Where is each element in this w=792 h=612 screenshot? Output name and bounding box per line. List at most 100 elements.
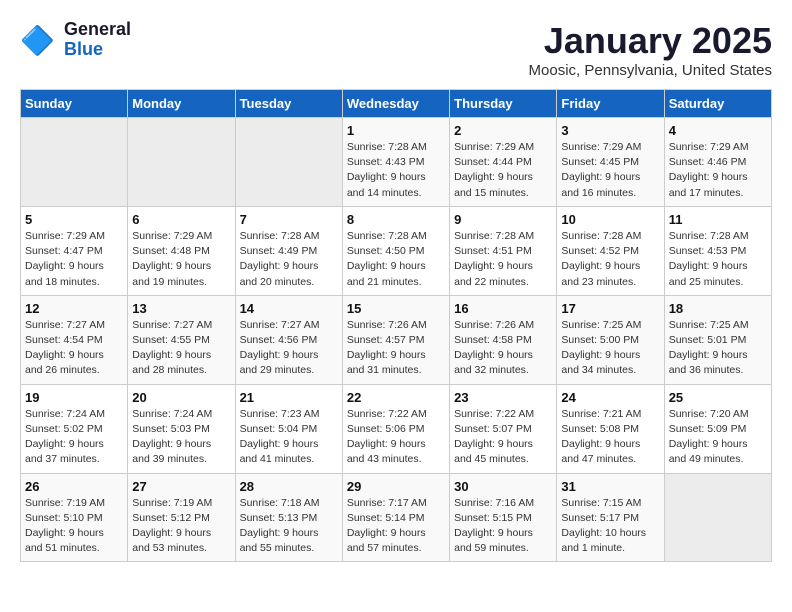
svg-text:🔷: 🔷 <box>20 24 55 57</box>
day-number: 22 <box>347 390 445 405</box>
day-number: 14 <box>240 301 338 316</box>
calendar-cell: 21 Sunrise: 7:23 AM Sunset: 5:04 PM Dayli… <box>235 384 342 473</box>
day-info: Sunrise: 7:28 AM Sunset: 4:52 PM Dayligh… <box>561 229 659 290</box>
day-number: 15 <box>347 301 445 316</box>
calendar-cell: 6Sunrise: 7:29 AM Sunset: 4:48 PM Daylig… <box>128 206 235 295</box>
calendar-table: SundayMondayTuesdayWednesdayThursdayFrid… <box>20 89 772 562</box>
month-title: January 2025 <box>529 20 772 62</box>
calendar-cell: 9 Sunrise: 7:28 AM Sunset: 4:51 PM Daylig… <box>450 206 557 295</box>
calendar-cell: 3Sunrise: 7:29 AM Sunset: 4:45 PM Daylig… <box>557 118 664 207</box>
calendar-cell: 19 Sunrise: 7:24 AM Sunset: 5:02 PM Dayli… <box>21 384 128 473</box>
day-number: 19 <box>25 390 123 405</box>
logo-text: General Blue <box>64 20 131 60</box>
calendar-cell: 10 Sunrise: 7:28 AM Sunset: 4:52 PM Dayli… <box>557 206 664 295</box>
day-info: Sunrise: 7:28 AM Sunset: 4:43 PM Dayligh… <box>347 140 445 201</box>
day-number: 12 <box>25 301 123 316</box>
day-info: Sunrise: 7:25 AM Sunset: 5:00 PM Dayligh… <box>561 318 659 379</box>
day-info: Sunrise: 7:24 AM Sunset: 5:02 PM Dayligh… <box>25 407 123 468</box>
calendar-cell: 16 Sunrise: 7:26 AM Sunset: 4:58 PM Dayli… <box>450 295 557 384</box>
calendar-cell: 18Sunrise: 7:25 AM Sunset: 5:01 PM Dayli… <box>664 295 771 384</box>
calendar-cell <box>235 118 342 207</box>
calendar-cell: 31 Sunrise: 7:15 AM Sunset: 5:17 PM Dayli… <box>557 473 664 562</box>
day-number: 2 <box>454 123 552 138</box>
weekday-header: Tuesday <box>235 90 342 118</box>
calendar-week-row: 5Sunrise: 7:29 AM Sunset: 4:47 PM Daylig… <box>21 206 772 295</box>
day-number: 4 <box>669 123 767 138</box>
calendar-cell: 7 Sunrise: 7:28 AM Sunset: 4:49 PM Daylig… <box>235 206 342 295</box>
calendar-cell <box>128 118 235 207</box>
calendar-cell: 27 Sunrise: 7:19 AM Sunset: 5:12 PM Dayli… <box>128 473 235 562</box>
day-number: 24 <box>561 390 659 405</box>
calendar-cell: 4Sunrise: 7:29 AM Sunset: 4:46 PM Daylig… <box>664 118 771 207</box>
day-number: 8 <box>347 212 445 227</box>
calendar-cell: 1 Sunrise: 7:28 AM Sunset: 4:43 PM Daylig… <box>342 118 449 207</box>
weekday-header: Sunday <box>21 90 128 118</box>
day-info: Sunrise: 7:18 AM Sunset: 5:13 PM Dayligh… <box>240 496 338 557</box>
day-info: Sunrise: 7:28 AM Sunset: 4:53 PM Dayligh… <box>669 229 767 290</box>
day-number: 21 <box>240 390 338 405</box>
day-number: 25 <box>669 390 767 405</box>
day-number: 27 <box>132 479 230 494</box>
day-info: Sunrise: 7:26 AM Sunset: 4:58 PM Dayligh… <box>454 318 552 379</box>
calendar-cell: 12 Sunrise: 7:27 AM Sunset: 4:54 PM Dayli… <box>21 295 128 384</box>
day-info: Sunrise: 7:15 AM Sunset: 5:17 PM Dayligh… <box>561 496 659 557</box>
weekday-header: Saturday <box>664 90 771 118</box>
calendar-cell: 29Sunrise: 7:17 AM Sunset: 5:14 PM Dayli… <box>342 473 449 562</box>
calendar-cell: 17 Sunrise: 7:25 AM Sunset: 5:00 PM Dayli… <box>557 295 664 384</box>
day-number: 7 <box>240 212 338 227</box>
calendar-cell <box>21 118 128 207</box>
day-info: Sunrise: 7:28 AM Sunset: 4:50 PM Dayligh… <box>347 229 445 290</box>
day-number: 1 <box>347 123 445 138</box>
day-info: Sunrise: 7:29 AM Sunset: 4:45 PM Dayligh… <box>561 140 659 201</box>
day-info: Sunrise: 7:27 AM Sunset: 4:54 PM Dayligh… <box>25 318 123 379</box>
weekday-header: Monday <box>128 90 235 118</box>
day-number: 17 <box>561 301 659 316</box>
day-info: Sunrise: 7:26 AM Sunset: 4:57 PM Dayligh… <box>347 318 445 379</box>
day-number: 23 <box>454 390 552 405</box>
logo: 🔷 General Blue <box>20 20 131 60</box>
day-info: Sunrise: 7:19 AM Sunset: 5:12 PM Dayligh… <box>132 496 230 557</box>
calendar-cell: 22Sunrise: 7:22 AM Sunset: 5:06 PM Dayli… <box>342 384 449 473</box>
day-number: 29 <box>347 479 445 494</box>
calendar-week-row: 12 Sunrise: 7:27 AM Sunset: 4:54 PM Dayli… <box>21 295 772 384</box>
calendar-cell <box>664 473 771 562</box>
calendar-cell: 15 Sunrise: 7:26 AM Sunset: 4:57 PM Dayli… <box>342 295 449 384</box>
day-number: 9 <box>454 212 552 227</box>
day-number: 10 <box>561 212 659 227</box>
calendar-cell: 13Sunrise: 7:27 AM Sunset: 4:55 PM Dayli… <box>128 295 235 384</box>
day-info: Sunrise: 7:28 AM Sunset: 4:49 PM Dayligh… <box>240 229 338 290</box>
day-info: Sunrise: 7:21 AM Sunset: 5:08 PM Dayligh… <box>561 407 659 468</box>
page-header: 🔷 General Blue January 2025 Moosic, Penn… <box>20 20 772 79</box>
day-number: 31 <box>561 479 659 494</box>
calendar-cell: 8 Sunrise: 7:28 AM Sunset: 4:50 PM Daylig… <box>342 206 449 295</box>
day-info: Sunrise: 7:25 AM Sunset: 5:01 PM Dayligh… <box>669 318 767 379</box>
logo-blue: Blue <box>64 40 131 60</box>
day-info: Sunrise: 7:20 AM Sunset: 5:09 PM Dayligh… <box>669 407 767 468</box>
day-number: 16 <box>454 301 552 316</box>
calendar-week-row: 1 Sunrise: 7:28 AM Sunset: 4:43 PM Daylig… <box>21 118 772 207</box>
weekday-header: Friday <box>557 90 664 118</box>
day-info: Sunrise: 7:28 AM Sunset: 4:51 PM Dayligh… <box>454 229 552 290</box>
calendar-week-row: 26 Sunrise: 7:19 AM Sunset: 5:10 PM Dayli… <box>21 473 772 562</box>
day-info: Sunrise: 7:19 AM Sunset: 5:10 PM Dayligh… <box>25 496 123 557</box>
day-number: 13 <box>132 301 230 316</box>
day-info: Sunrise: 7:29 AM Sunset: 4:47 PM Dayligh… <box>25 229 123 290</box>
calendar-cell: 14Sunrise: 7:27 AM Sunset: 4:56 PM Dayli… <box>235 295 342 384</box>
title-area: January 2025 Moosic, Pennsylvania, Unite… <box>529 20 772 79</box>
day-info: Sunrise: 7:29 AM Sunset: 4:44 PM Dayligh… <box>454 140 552 201</box>
calendar-cell: 26 Sunrise: 7:19 AM Sunset: 5:10 PM Dayli… <box>21 473 128 562</box>
calendar-cell: 24 Sunrise: 7:21 AM Sunset: 5:08 PM Dayli… <box>557 384 664 473</box>
calendar-cell: 23Sunrise: 7:22 AM Sunset: 5:07 PM Dayli… <box>450 384 557 473</box>
day-number: 30 <box>454 479 552 494</box>
day-info: Sunrise: 7:29 AM Sunset: 4:48 PM Dayligh… <box>132 229 230 290</box>
day-number: 26 <box>25 479 123 494</box>
calendar-cell: 25 Sunrise: 7:20 AM Sunset: 5:09 PM Dayli… <box>664 384 771 473</box>
calendar-cell: 28Sunrise: 7:18 AM Sunset: 5:13 PM Dayli… <box>235 473 342 562</box>
weekday-header-row: SundayMondayTuesdayWednesdayThursdayFrid… <box>21 90 772 118</box>
calendar-cell: 30Sunrise: 7:16 AM Sunset: 5:15 PM Dayli… <box>450 473 557 562</box>
calendar-week-row: 19 Sunrise: 7:24 AM Sunset: 5:02 PM Dayli… <box>21 384 772 473</box>
day-info: Sunrise: 7:24 AM Sunset: 5:03 PM Dayligh… <box>132 407 230 468</box>
calendar-cell: 2 Sunrise: 7:29 AM Sunset: 4:44 PM Daylig… <box>450 118 557 207</box>
day-number: 20 <box>132 390 230 405</box>
day-info: Sunrise: 7:23 AM Sunset: 5:04 PM Dayligh… <box>240 407 338 468</box>
